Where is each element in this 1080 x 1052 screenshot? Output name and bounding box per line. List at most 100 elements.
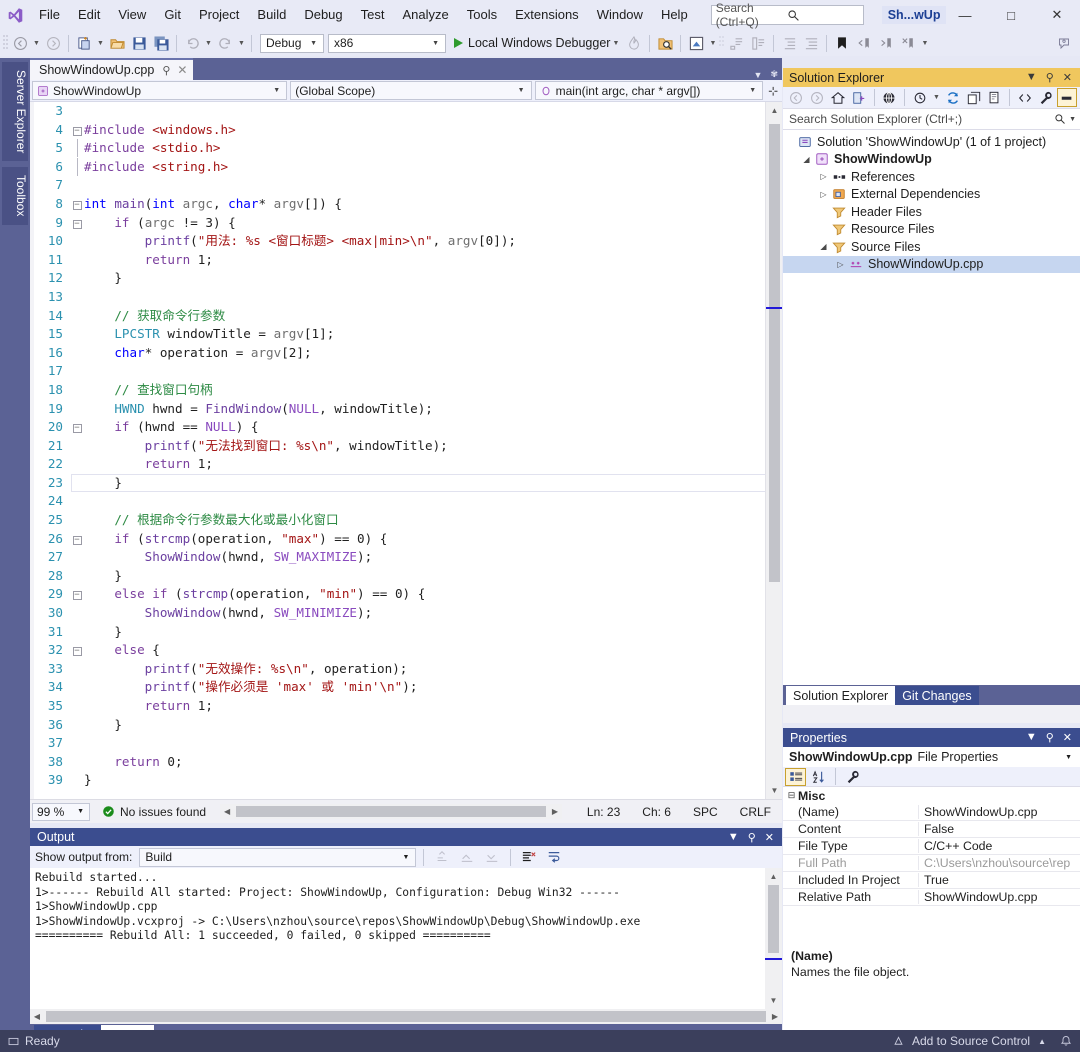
code-line[interactable]: 9− if (argc != 3) { — [30, 214, 765, 233]
code-line[interactable]: 23 } — [30, 473, 765, 493]
output-pane-dropdown-icon[interactable]: ▼ — [728, 831, 739, 844]
undo-icon[interactable] — [181, 32, 203, 54]
back-arrow-icon[interactable] — [786, 88, 806, 107]
collapse-icon[interactable]: ⊟ — [785, 790, 798, 801]
global-scope-icon[interactable] — [880, 88, 900, 107]
project-dropdown[interactable]: ShowWindowUp ▼ — [32, 81, 288, 100]
fold-toggle-icon[interactable]: − — [70, 585, 84, 604]
tree-item[interactable]: ▷ References — [783, 168, 1080, 186]
editor-vertical-scrollbar[interactable]: ▲ ▼ — [765, 102, 782, 799]
menu-git[interactable]: Git — [155, 2, 190, 28]
hot-reload-icon[interactable] — [623, 32, 645, 54]
expander-icon[interactable]: ▷ — [817, 172, 830, 181]
code-line[interactable]: 39} — [30, 771, 765, 790]
sidebar-tab-toolbox[interactable]: Toolbox — [2, 167, 28, 225]
fold-toggle-icon[interactable]: − — [70, 530, 84, 549]
code-line[interactable]: 29− else if (strcmp(operation, "min") ==… — [30, 585, 765, 604]
code-line[interactable]: 11 return 1; — [30, 251, 765, 270]
code-line[interactable]: 17 — [30, 362, 765, 381]
tab-solution-explorer[interactable]: Solution Explorer — [786, 686, 896, 705]
property-value[interactable]: False — [918, 822, 1080, 836]
menu-extensions[interactable]: Extensions — [506, 2, 588, 28]
clear-bookmarks-icon[interactable] — [897, 32, 919, 54]
output-scrollbar-thumb[interactable] — [768, 885, 779, 953]
navigate-back-icon[interactable] — [9, 32, 31, 54]
scope-dropdown[interactable]: (Global Scope) ▼ — [290, 81, 532, 100]
tree-item[interactable]: Solution 'ShowWindowUp' (1 of 1 project) — [783, 133, 1080, 151]
solution-explorer-pin-icon[interactable]: ⚲ — [1046, 71, 1054, 84]
clear-all-icon[interactable] — [518, 846, 540, 868]
solution-explorer-dropdown-icon[interactable]: ▼ — [1026, 71, 1037, 84]
maximize-button[interactable]: □ — [988, 0, 1034, 30]
previous-bookmark-icon[interactable] — [853, 32, 875, 54]
properties-grid[interactable]: ⊟ Misc (Name) ShowWindowUp.cpp Content Fals… — [783, 787, 1080, 943]
properties-category-misc[interactable]: ⊟ Misc — [783, 787, 1080, 804]
code-line[interactable]: 12 } — [30, 269, 765, 288]
scroll-right-arrow-icon[interactable]: ▶ — [548, 807, 562, 816]
fold-toggle-icon[interactable]: − — [70, 195, 84, 214]
code-line[interactable]: 31 } — [30, 623, 765, 642]
global-search-input[interactable]: Search (Ctrl+Q) — [710, 1, 864, 29]
editor-horizontal-scrollbar[interactable]: ◀ ▶ — [220, 804, 562, 819]
menu-help[interactable]: Help — [652, 2, 697, 28]
save-icon[interactable] — [128, 32, 150, 54]
scroll-down-arrow-icon[interactable]: ▼ — [766, 782, 782, 799]
menu-view[interactable]: View — [109, 2, 155, 28]
property-value[interactable]: C/C++ Code — [918, 839, 1080, 853]
code-line[interactable]: 37 — [30, 734, 765, 753]
output-source-dropdown[interactable]: Build ▼ — [139, 847, 417, 867]
search-options-chevron-icon[interactable]: ▼ — [1069, 116, 1076, 123]
fold-toggle-icon[interactable]: − — [70, 418, 84, 437]
code-line[interactable]: 36 } — [30, 716, 765, 735]
code-editor[interactable]: 3 4− #include <windows.h> 5 #include <stdio.… — [30, 102, 782, 799]
configuration-dropdown[interactable]: Debug ▼ — [260, 33, 324, 53]
uncomment-selection-icon[interactable] — [747, 32, 769, 54]
output-scroll-down-icon[interactable]: ▼ — [765, 992, 782, 1009]
properties-dropdown-icon[interactable]: ▼ — [1026, 731, 1037, 744]
add-to-source-control-button[interactable]: Add to Source Control — [912, 1034, 1030, 1048]
properties-pin-icon[interactable]: ⚲ — [1046, 731, 1054, 744]
output-scroll-up-icon[interactable]: ▲ — [765, 868, 782, 885]
refresh-icon[interactable] — [943, 88, 963, 107]
pending-changes-dropdown-icon[interactable]: ▼ — [931, 94, 941, 101]
bookmark-overflow-icon[interactable]: ▼ — [919, 40, 930, 47]
navigate-forward-icon[interactable] — [42, 32, 64, 54]
find-in-files-icon[interactable] — [654, 32, 676, 54]
fold-toggle-icon[interactable]: − — [70, 641, 84, 660]
code-line[interactable]: 38 return 0; — [30, 753, 765, 772]
property-pages-wrench-icon[interactable] — [842, 768, 863, 786]
code-line[interactable]: 35 return 1; — [30, 697, 765, 716]
property-value[interactable]: C:\Users\nzhou\source\rep — [918, 856, 1080, 870]
save-all-icon[interactable] — [150, 32, 172, 54]
property-row[interactable]: (Name) ShowWindowUp.cpp — [783, 804, 1080, 821]
property-row[interactable]: Content False — [783, 821, 1080, 838]
code-line[interactable]: 28 } — [30, 567, 765, 586]
expander-icon[interactable]: ▷ — [817, 190, 830, 199]
property-row[interactable]: File Type C/C++ Code — [783, 838, 1080, 855]
tree-item[interactable]: ◢ Source Files — [783, 238, 1080, 256]
properties-wrench-icon[interactable] — [1036, 88, 1056, 107]
tab-list-dropdown-icon[interactable]: ▼ — [754, 70, 763, 80]
pending-changes-icon[interactable] — [910, 88, 930, 107]
debug-target-dropdown-icon[interactable]: ▼ — [610, 40, 621, 47]
pin-icon[interactable]: ⚲ — [162, 64, 170, 77]
tree-item[interactable]: Header Files — [783, 203, 1080, 221]
properties-object-selector[interactable]: ShowWindowUp.cpp File Properties ▼ — [783, 747, 1080, 767]
next-bookmark-icon[interactable] — [875, 32, 897, 54]
fold-toggle-icon[interactable]: − — [70, 214, 84, 233]
toolbar-grip[interactable] — [2, 34, 9, 52]
menu-edit[interactable]: Edit — [69, 2, 109, 28]
editor-scrollbar-thumb[interactable] — [769, 124, 780, 582]
categorized-view-icon[interactable] — [785, 767, 806, 786]
tree-item[interactable]: ◢ ShowWindowUp — [783, 151, 1080, 169]
code-line[interactable]: 18 // 查找窗口句柄 — [30, 381, 765, 400]
code-line[interactable]: 21 printf("无法找到窗口: %s\n", windowTitle); — [30, 437, 765, 456]
code-line[interactable]: 19 HWND hwnd = FindWindow(NULL, windowTi… — [30, 400, 765, 419]
output-horizontal-scrollbar[interactable]: ◀ ▶ — [30, 1009, 782, 1024]
tree-item-selected[interactable]: ▷ ShowWindowUp.cpp — [783, 255, 1080, 273]
start-debugging-button[interactable]: Local Windows Debugger ▼ — [446, 36, 623, 50]
code-line[interactable]: 33 printf("无效操作: %s\n", operation); — [30, 660, 765, 679]
tree-item[interactable]: Resource Files — [783, 221, 1080, 239]
go-to-next-message-icon[interactable] — [481, 846, 503, 868]
properties-close-icon[interactable]: ✕ — [1063, 731, 1072, 744]
